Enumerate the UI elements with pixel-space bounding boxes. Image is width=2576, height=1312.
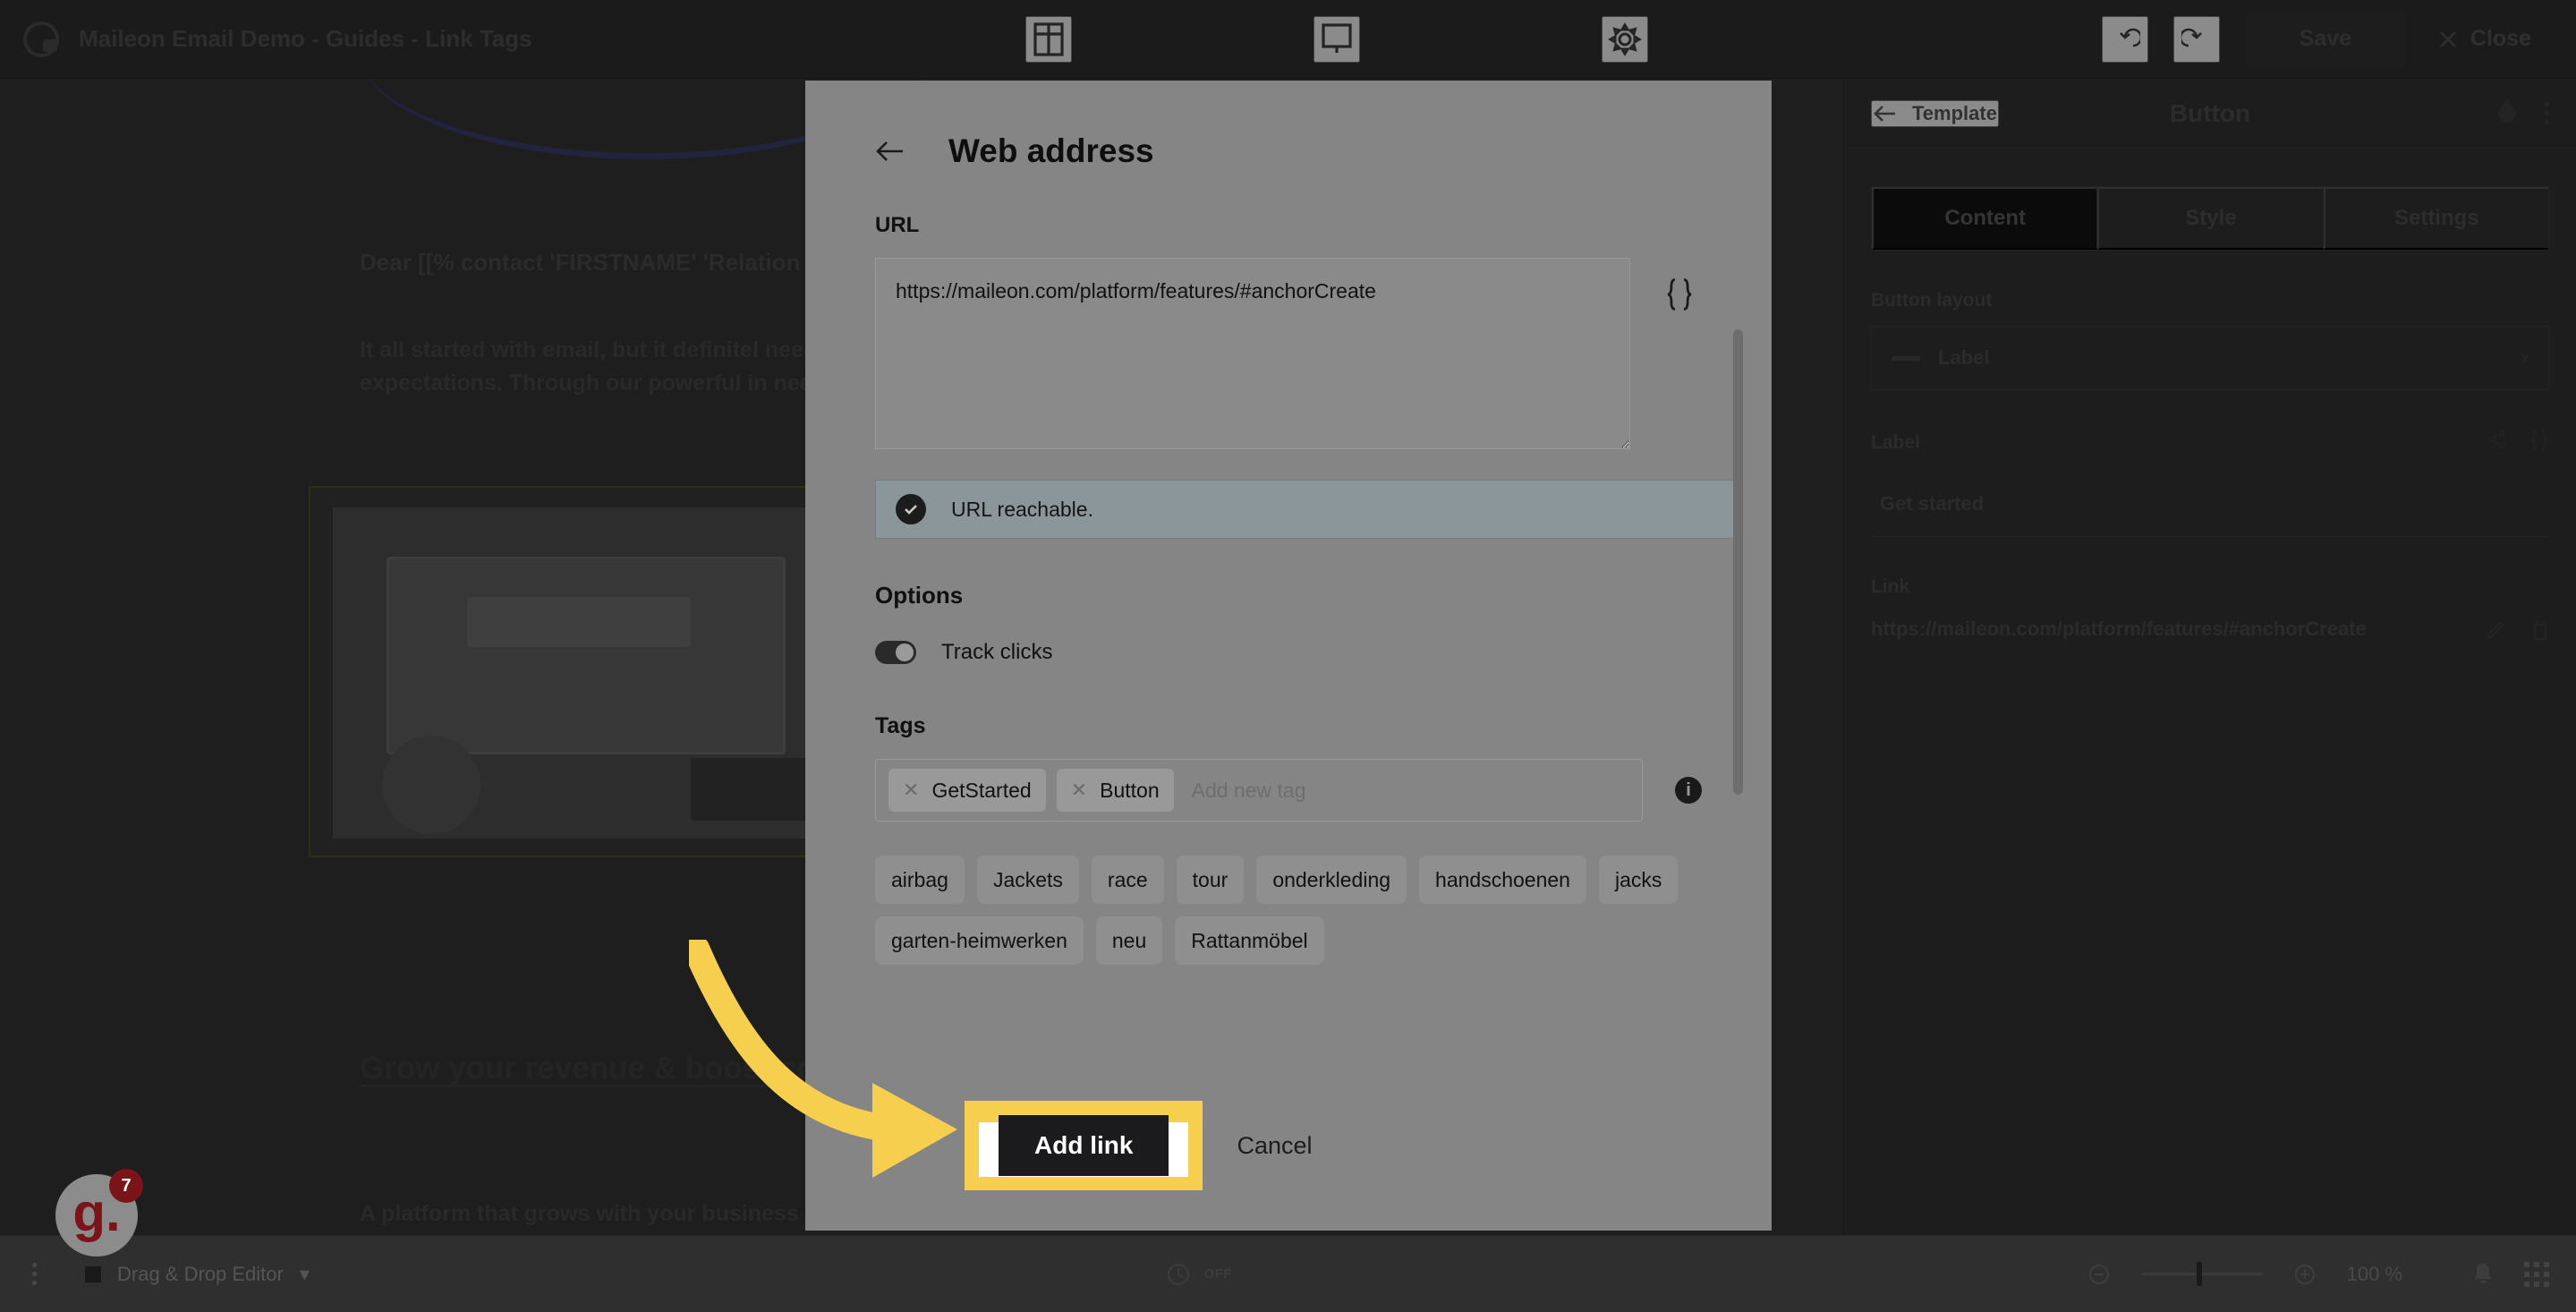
bottom-bar-left: Drag & Drop Editor ▾ (0, 1263, 310, 1286)
help-widget-badge: 7 (109, 1169, 143, 1203)
url-row (875, 258, 1702, 449)
tag-suggestion[interactable]: tour (1176, 856, 1245, 904)
dialog-back-button[interactable] (875, 140, 905, 163)
remove-tag-icon[interactable]: ✕ (1071, 780, 1087, 800)
tags-input[interactable]: ✕ GetStarted ✕ Button Add new tag (875, 759, 1643, 822)
url-status-text: URL reachable. (951, 497, 1093, 521)
apps-grid-icon[interactable] (2524, 1261, 2549, 1287)
zoom-out-icon[interactable] (2087, 1263, 2111, 1286)
dialog-scroll-area: URL URL re (875, 213, 1736, 1061)
pointer-arrow-annotation (689, 940, 957, 1178)
dialog-scrollbar[interactable] (1733, 329, 1743, 795)
dialog-body: URL URL re (805, 213, 1772, 1061)
tag-suggestion[interactable]: race (1091, 856, 1164, 904)
chevron-down-icon: ▾ (299, 1262, 310, 1285)
tags-heading: Tags (875, 713, 926, 738)
track-clicks-label: Track clicks (941, 640, 1053, 664)
url-status-banner: URL reachable. (875, 480, 1736, 539)
url-input[interactable] (875, 258, 1630, 449)
tag-suggestion[interactable]: neu (1095, 916, 1163, 965)
url-label: URL (875, 213, 920, 237)
tag-suggestion[interactable]: Rattanmöbel (1175, 916, 1324, 965)
tag-suggestion[interactable]: handschoenen (1419, 856, 1586, 904)
curly-braces-icon[interactable] (1657, 272, 1702, 317)
tag-chip-label: Button (1100, 778, 1160, 802)
tag-chip-label: GetStarted (931, 778, 1032, 802)
tag-suggestion[interactable]: Jackets (976, 856, 1079, 904)
editor-mode-selector[interactable]: Drag & Drop Editor ▾ (85, 1263, 310, 1286)
bottom-bar-center: OFF (310, 1261, 2087, 1288)
track-clicks-toggle[interactable] (875, 641, 916, 664)
history-state-badge: OFF (1203, 1266, 1232, 1282)
kebab-menu-icon[interactable] (32, 1263, 37, 1285)
history-icon[interactable] (1165, 1261, 1192, 1288)
editor-mode-label: Drag & Drop Editor (117, 1262, 284, 1285)
bottom-status-bar: Drag & Drop Editor ▾ OFF 100 % (0, 1235, 2576, 1312)
editor-mode-icon (85, 1265, 101, 1282)
help-widget[interactable]: g. 7 (55, 1169, 143, 1257)
dialog-title: Web address (948, 132, 1154, 169)
zoom-slider[interactable] (2140, 1262, 2263, 1286)
zoom-slider-handle[interactable] (2196, 1262, 2202, 1286)
zoom-level-label: 100 % (2346, 1262, 2402, 1285)
remove-tag-icon[interactable]: ✕ (903, 780, 919, 800)
options-heading: Options (875, 582, 964, 609)
tag-suggestion[interactable]: airbag (875, 856, 965, 904)
tag-suggestion[interactable]: jacks (1598, 856, 1679, 904)
dialog-header: Web address (805, 81, 1772, 170)
tags-row: ✕ GetStarted ✕ Button Add new tag i (875, 759, 1702, 822)
cancel-button[interactable]: Cancel (1237, 1132, 1312, 1160)
bottom-bar-right: 100 % (2087, 1261, 2576, 1287)
zoom-in-icon[interactable] (2293, 1263, 2317, 1286)
bell-icon[interactable] (2472, 1262, 2494, 1287)
tag-suggestion[interactable]: onderkleding (1256, 856, 1407, 904)
track-clicks-row[interactable]: Track clicks (875, 640, 1702, 665)
check-circle-icon (896, 494, 926, 524)
info-icon[interactable]: i (1675, 777, 1702, 804)
arrow-left-icon (876, 141, 903, 161)
tag-chip[interactable]: ✕ Button (1056, 769, 1174, 812)
tag-chip[interactable]: ✕ GetStarted (888, 769, 1046, 812)
add-tag-placeholder[interactable]: Add new tag (1185, 779, 1306, 803)
